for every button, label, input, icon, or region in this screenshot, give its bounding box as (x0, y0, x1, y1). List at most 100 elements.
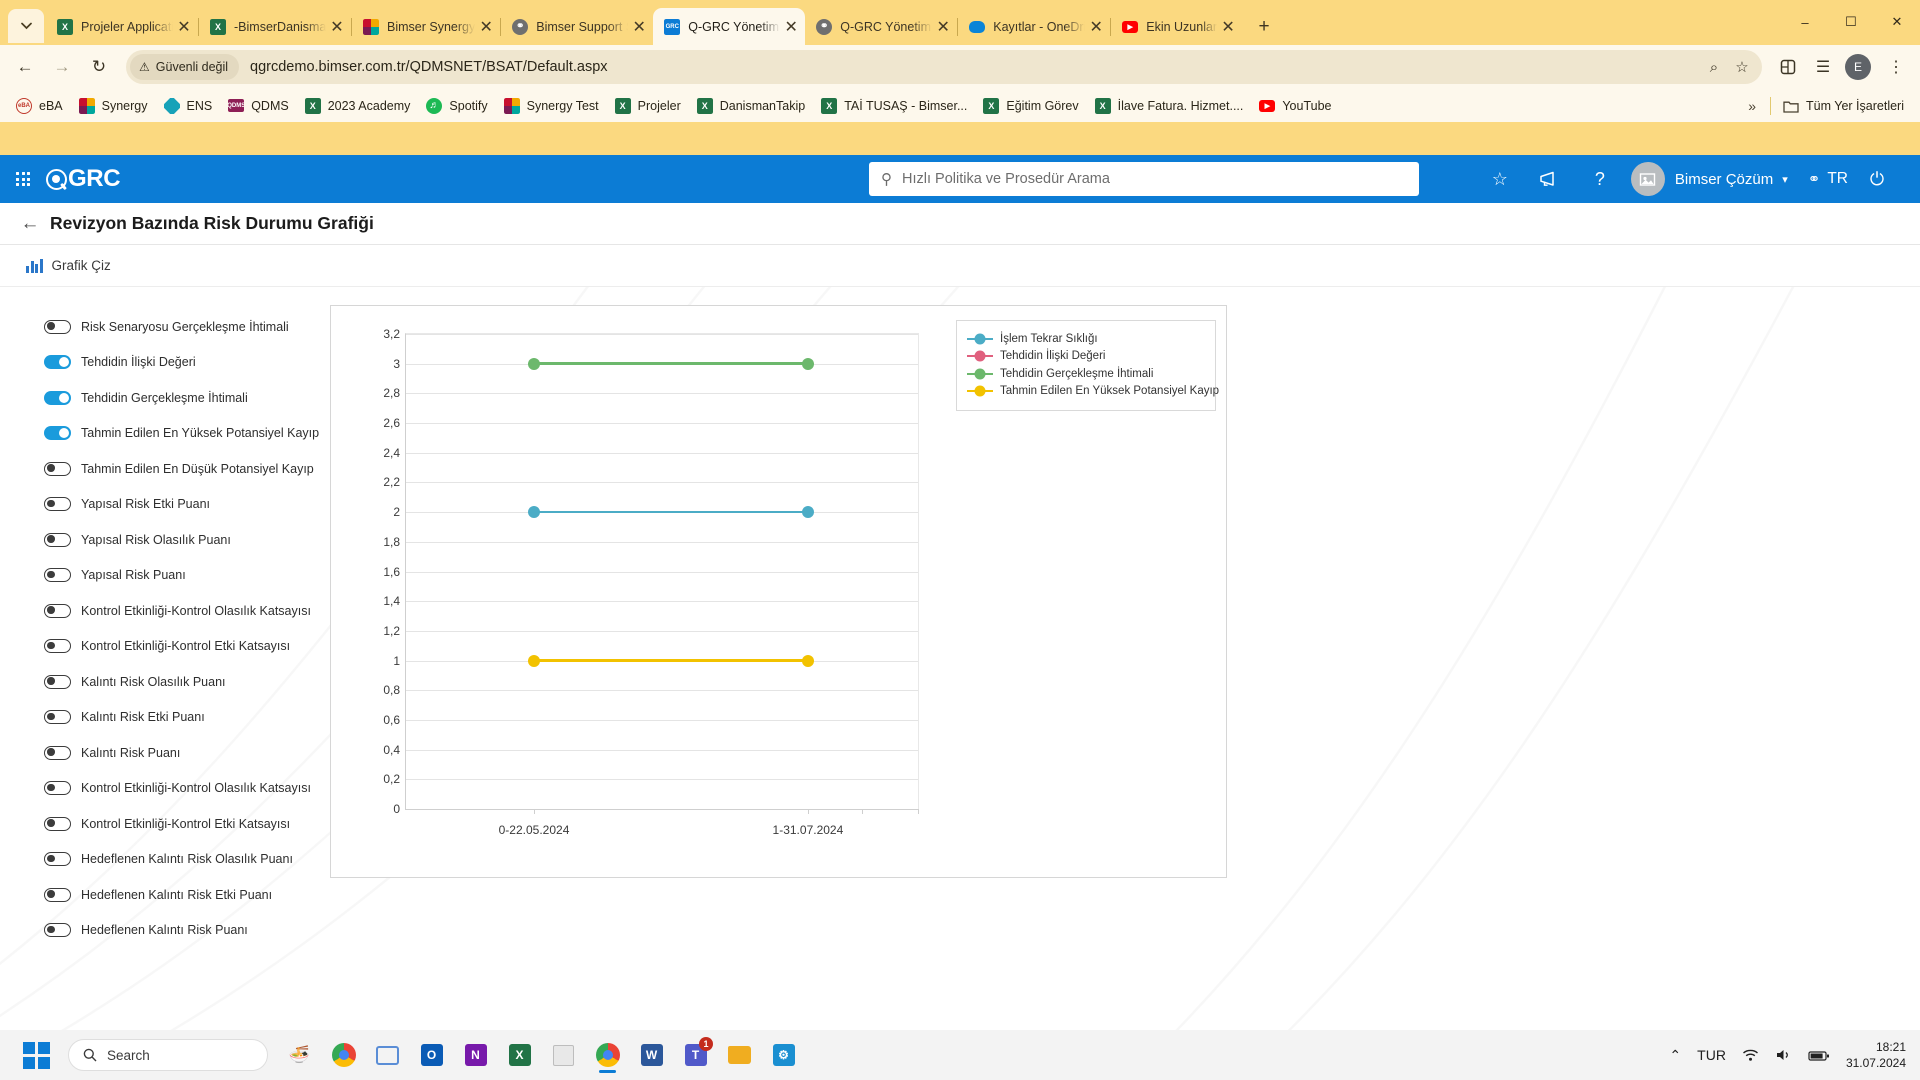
metric-toggle-row[interactable]: Hedeflenen Kalıntı Risk Puanı (44, 913, 330, 949)
toggle-switch[interactable] (44, 532, 71, 547)
tab-close-icon[interactable]: ✕ (478, 19, 494, 36)
metric-toggle-row[interactable]: Kontrol Etkinliği-Kontrol Olasılık Katsa… (44, 593, 330, 629)
metric-toggle-row[interactable]: Kalıntı Risk Olasılık Puanı (44, 664, 330, 700)
help-icon[interactable]: ? (1575, 169, 1625, 190)
bookmark-item[interactable]: ENS (156, 93, 221, 119)
profile-avatar[interactable]: E (1845, 54, 1871, 80)
tab-close-icon[interactable]: ✕ (329, 19, 345, 36)
bookmark-item[interactable]: Synergy (71, 93, 156, 119)
browser-tab[interactable]: ⚭ Q-GRC Yönetim Sistemi✕ (805, 8, 957, 45)
metric-toggle-row[interactable]: Risk Senaryosu Gerçekleşme İhtimali (44, 309, 330, 345)
chart-data-point[interactable] (801, 357, 814, 370)
minimize-button[interactable]: – (1782, 0, 1828, 44)
metric-toggle-row[interactable]: Yapısal Risk Etki Puanı (44, 487, 330, 523)
address-bar[interactable]: ⚠ Güvenli değil qgrcdemo.bimser.com.tr/Q… (126, 50, 1762, 84)
taskbar-search-input[interactable]: Search (68, 1039, 268, 1071)
toggle-switch[interactable] (44, 497, 71, 512)
metric-toggle-row[interactable]: Kontrol Etkinliği-Kontrol Etki Katsayısı (44, 806, 330, 842)
tab-close-icon[interactable]: ✕ (1220, 19, 1236, 36)
page-back-arrow-icon[interactable]: ← (16, 213, 44, 235)
new-tab-button[interactable]: + (1250, 13, 1278, 41)
bookmark-item[interactable]: X İlave Fatura. Hizmet.... (1087, 93, 1252, 119)
toggle-switch[interactable] (44, 639, 71, 654)
bookmark-item[interactable]: QDMS QDMS (220, 93, 297, 119)
taskbar-word-button[interactable]: W (634, 1036, 669, 1074)
bookmark-item[interactable]: X Projeler (607, 93, 689, 119)
tab-close-icon[interactable]: ✕ (176, 19, 192, 36)
toggle-switch[interactable] (44, 461, 71, 476)
legend-item[interactable]: İşlem Tekrar Sıklığı (967, 330, 1205, 348)
chart-data-point[interactable] (528, 357, 540, 370)
bookmark-item[interactable]: ♬ Spotify (418, 93, 495, 119)
taskbar-outlook-button[interactable]: O (414, 1036, 449, 1074)
tab-search-button[interactable] (8, 9, 44, 43)
bookmark-item[interactable]: X 2023 Academy (297, 93, 419, 119)
toggle-switch[interactable] (44, 674, 71, 689)
browser-tab[interactable]: Bimser Synergy ✕ (352, 8, 500, 45)
metric-toggle-row[interactable]: Kontrol Etkinliği-Kontrol Etki Katsayısı (44, 629, 330, 665)
browser-tab[interactable]: Kayıtlar - OneDrive✕ (958, 8, 1110, 45)
browser-tab[interactable]: X -BimserDanismanTakip✕ (199, 8, 351, 45)
extensions-icon[interactable] (1772, 51, 1804, 83)
taskbar-app-button[interactable]: ⚙ (766, 1036, 801, 1074)
bookmarks-overflow-button[interactable]: » (1738, 98, 1766, 114)
kebab-menu-icon[interactable]: ⋮ (1880, 51, 1912, 83)
reload-button[interactable]: ↻ (82, 50, 116, 84)
chart-data-point[interactable] (528, 654, 540, 667)
toggle-switch[interactable] (44, 923, 71, 938)
metric-toggle-row[interactable]: Hedeflenen Kalıntı Risk Etki Puanı (44, 877, 330, 913)
battery-icon[interactable] (1802, 1049, 1836, 1062)
toggle-switch[interactable] (44, 887, 71, 902)
user-menu[interactable]: Bimser Çözüm ▾ (1630, 162, 1788, 196)
metric-toggle-row[interactable]: Kontrol Etkinliği-Kontrol Olasılık Katsa… (44, 771, 330, 807)
start-button[interactable] (12, 1041, 60, 1069)
wifi-icon[interactable] (1736, 1048, 1765, 1062)
chart-data-point[interactable] (801, 506, 814, 519)
bookmark-item[interactable]: X Eğitim Görev (975, 93, 1086, 119)
metric-toggle-row[interactable]: Tahmin Edilen En Düşük Potansiyel Kayıp (44, 451, 330, 487)
toggle-switch[interactable] (44, 781, 71, 796)
toggle-switch[interactable] (44, 852, 71, 867)
taskbar-chrome-pre-button[interactable] (326, 1036, 361, 1074)
apps-grid-icon[interactable] (0, 172, 46, 186)
toggle-switch[interactable] (44, 603, 71, 618)
taskbar-notepad-button[interactable] (546, 1036, 581, 1074)
megaphone-icon[interactable] (1525, 171, 1575, 187)
browser-tab[interactable]: X Projeler Application✕ (46, 8, 198, 45)
tab-close-icon[interactable]: ✕ (1088, 19, 1104, 36)
bookmark-item[interactable]: Synergy Test (496, 93, 607, 119)
close-window-button[interactable]: ✕ (1874, 0, 1920, 44)
bookmark-item[interactable]: X DanismanTakip (689, 93, 813, 119)
taskbar-widgets-button[interactable]: 🍜 (282, 1036, 317, 1074)
toggle-switch[interactable] (44, 745, 71, 760)
bookmark-item[interactable]: X TAİ TUSAŞ - Bimser... (813, 93, 975, 119)
tray-expand-chevron-icon[interactable]: ⌃ (1663, 1047, 1687, 1064)
app-logo[interactable]: GRC (46, 165, 121, 193)
tab-close-icon[interactable]: ✕ (783, 19, 799, 36)
metric-toggle-row[interactable]: Kalıntı Risk Etki Puanı (44, 700, 330, 736)
forward-button[interactable]: → (45, 50, 79, 84)
volume-icon[interactable] (1769, 1048, 1798, 1062)
site-security-indicator[interactable]: ⚠ Güvenli değil (130, 54, 240, 80)
quick-search-input[interactable]: ⚲ Hızlı Politika ve Prosedür Arama (869, 162, 1419, 196)
taskbar-excel-button[interactable]: X (502, 1036, 537, 1074)
zoom-icon[interactable]: ⌕ (1700, 53, 1728, 81)
metric-toggle-row[interactable]: Tehdidin İlişki Değeri (44, 345, 330, 381)
tray-language-indicator[interactable]: TUR (1691, 1047, 1732, 1063)
bookmark-item[interactable]: eBA eBA (8, 93, 71, 119)
toggle-switch[interactable] (44, 390, 71, 405)
power-icon[interactable]: ⏻ (1852, 169, 1902, 190)
back-button[interactable]: ← (8, 50, 42, 84)
metric-toggle-row[interactable]: Kalıntı Risk Puanı (44, 735, 330, 771)
legend-item[interactable]: Tehdidin İlişki Değeri (967, 348, 1205, 366)
chart-data-point[interactable] (801, 654, 814, 667)
toggle-switch[interactable] (44, 710, 71, 725)
maximize-button[interactable]: ☐ (1828, 0, 1874, 44)
legend-item[interactable]: Tahmin Edilen En Yüksek Potansiyel Kayıp (967, 383, 1219, 401)
favorites-star-icon[interactable]: ☆ (1475, 169, 1525, 190)
language-selector[interactable]: ⚭ TR (1808, 170, 1848, 188)
metric-toggle-row[interactable]: Hedeflenen Kalıntı Risk Olasılık Puanı (44, 842, 330, 878)
toggle-switch[interactable] (44, 319, 71, 334)
tab-close-icon[interactable]: ✕ (631, 19, 647, 36)
toggle-switch[interactable] (44, 355, 71, 370)
